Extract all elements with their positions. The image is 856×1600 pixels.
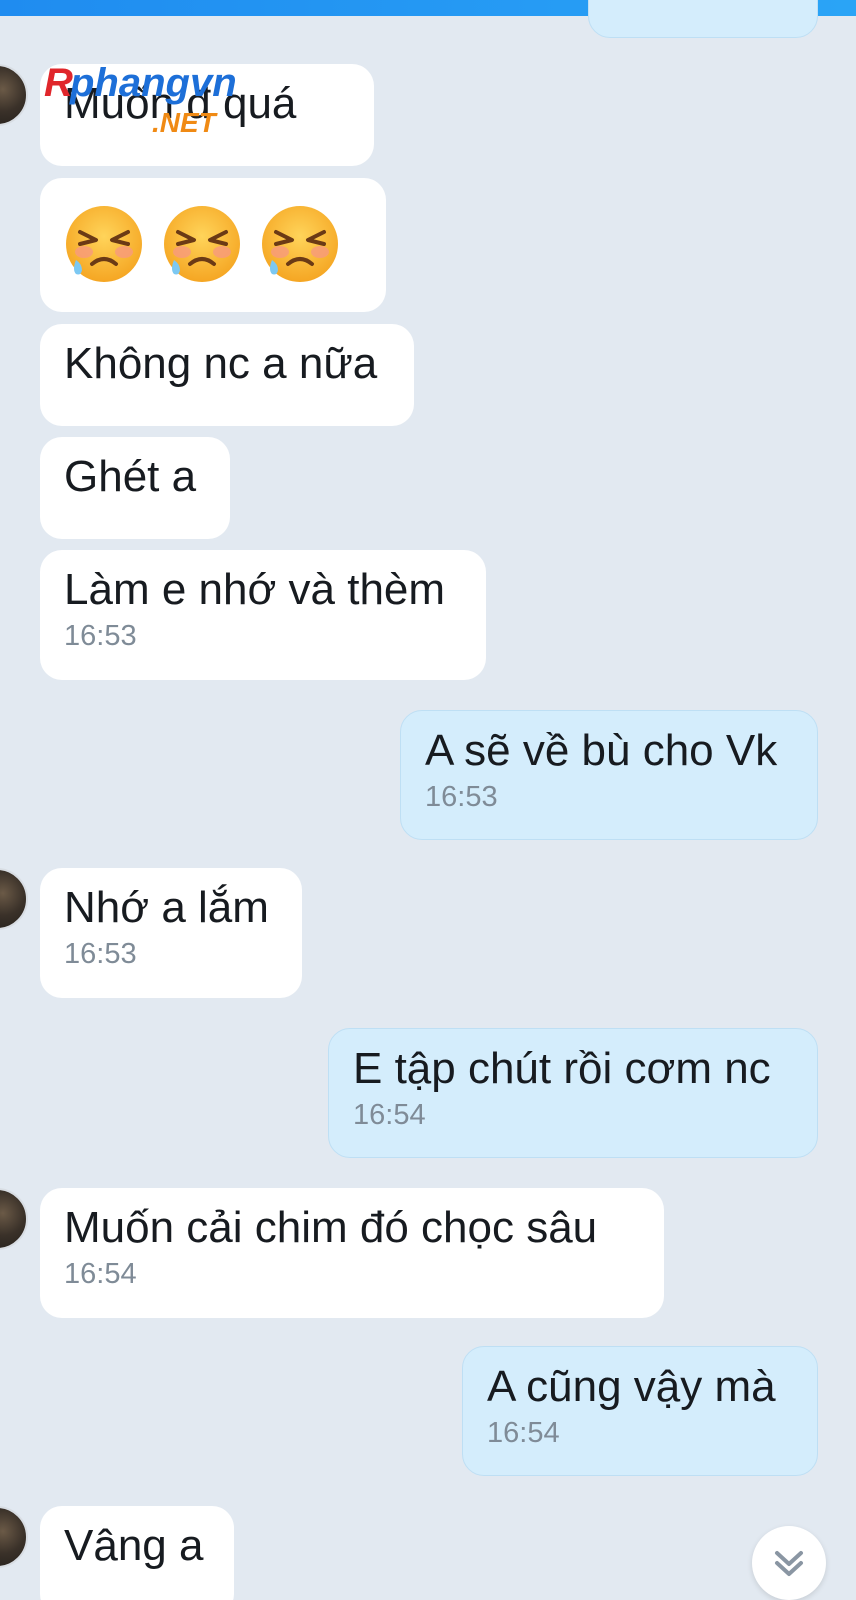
message-bubble-cropped [588, 0, 818, 38]
message-text: Không nc a nữa [64, 339, 378, 388]
message-text: Ghét a [64, 452, 197, 501]
message-text: Làm e nhớ và thèm [64, 565, 446, 614]
contact-avatar[interactable] [0, 1506, 28, 1568]
message-timestamp: 16:53 [425, 781, 498, 813]
message-text: Vâng a [64, 1521, 204, 1570]
message-text: Nhớ a lắm [64, 883, 269, 932]
tearful-angry-face-icon [164, 206, 240, 282]
tearful-angry-face-icon [262, 206, 338, 282]
message-bubble[interactable]: Vâng a [40, 1506, 234, 1600]
chat-thread[interactable]: Muốn đ quá Không nc a nữa Ghét a Làm e n… [0, 0, 856, 1600]
message-timestamp: 16:53 [64, 620, 137, 652]
contact-avatar[interactable] [0, 1188, 28, 1250]
message-bubble[interactable]: Không nc a nữa [40, 324, 414, 426]
message-bubble[interactable]: Ghét a [40, 437, 230, 539]
message-text: Muốn đ quá [64, 79, 297, 128]
message-bubble-outgoing[interactable]: A sẽ về bù cho Vk 16:53 [400, 710, 818, 840]
message-text: A sẽ về bù cho Vk [425, 726, 778, 775]
scroll-to-bottom-button[interactable] [752, 1526, 826, 1600]
message-text: A cũng vậy mà [487, 1362, 776, 1411]
contact-avatar[interactable] [0, 868, 28, 930]
message-text: E tập chút rồi cơm nc [353, 1044, 771, 1093]
message-bubble[interactable]: Muốn đ quá [40, 64, 374, 166]
message-bubble-outgoing[interactable]: E tập chút rồi cơm nc 16:54 [328, 1028, 818, 1158]
tearful-angry-face-icon [66, 206, 142, 282]
contact-avatar[interactable] [0, 64, 28, 126]
message-timestamp: 16:54 [64, 1258, 137, 1290]
double-chevron-down-icon [775, 1551, 803, 1576]
message-timestamp: 16:54 [353, 1099, 426, 1131]
message-bubble-outgoing[interactable]: A cũng vậy mà 16:54 [462, 1346, 818, 1476]
message-timestamp: 16:53 [64, 938, 137, 970]
message-bubble-emoji[interactable] [40, 178, 386, 312]
message-text: Muốn cải chim đó chọc sâu [64, 1203, 598, 1252]
message-bubble[interactable]: Nhớ a lắm 16:53 [40, 868, 302, 998]
message-bubble[interactable]: Muốn cải chim đó chọc sâu 16:54 [40, 1188, 664, 1318]
message-bubble[interactable]: Làm e nhớ và thèm 16:53 [40, 550, 486, 680]
message-timestamp: 16:54 [487, 1417, 560, 1449]
